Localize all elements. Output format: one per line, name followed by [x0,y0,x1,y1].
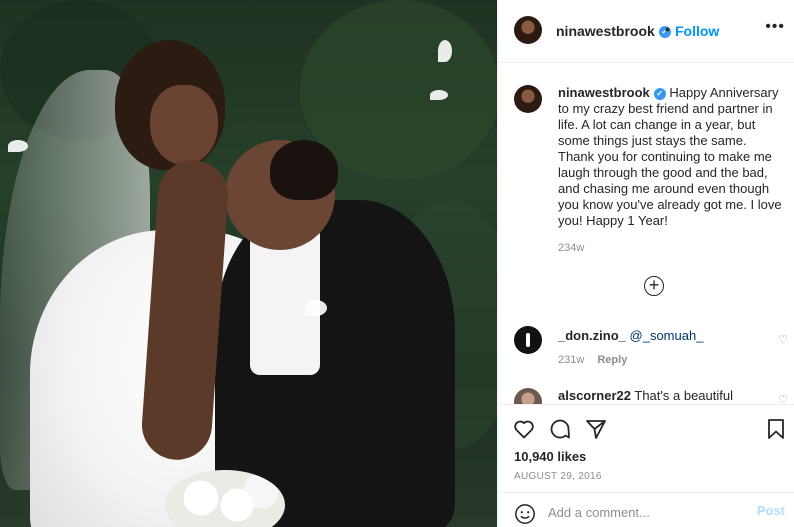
calla-lily [438,40,452,62]
comment-username[interactable]: alscorner22 [558,388,631,403]
verified-badge-icon: ✓ [653,87,666,100]
post-actions: 10,940 likes AUGUST 29, 2016 [498,404,794,492]
calla-lily [430,90,448,100]
emoji-icon[interactable] [514,503,536,525]
comment-mention[interactable]: @_somuah_ [630,328,704,343]
comment-icon[interactable] [548,417,572,441]
comment-like-icon[interactable]: ♡ [778,333,788,346]
caption-avatar[interactable] [514,85,542,113]
comment-text: That's a beautiful [634,388,733,403]
post-photo[interactable] [0,0,497,527]
separator-dot: • [665,21,670,37]
header-avatar[interactable] [514,16,542,44]
post-caption: ninawestbrook ✓ Happy Anniversary to my c… [558,85,784,229]
comment-timestamp[interactable]: 231w [558,354,584,366]
caption-timestamp[interactable]: 234w [558,242,584,254]
load-more-comments-icon[interactable]: + [644,276,664,296]
comment-item: _don.zino_ @_somuah_ [558,328,703,343]
likes-count[interactable]: 10,940 likes [514,449,586,464]
header-username[interactable]: ninawestbrook ✓ [556,23,671,39]
comment-input[interactable] [548,502,738,522]
caption-text: Happy Anniversary to my crazy best frien… [558,85,782,228]
reply-button[interactable]: Reply [597,354,627,366]
add-comment-bar: Post [498,492,794,527]
comment-meta: 231w Reply [558,354,627,366]
post-header: ninawestbrook ✓ • Follow ••• [498,0,794,63]
bride-face [150,85,218,165]
bookmark-icon[interactable] [764,417,788,441]
heart-icon[interactable] [512,417,536,441]
boutonniere [305,300,327,316]
follow-button[interactable]: Follow [675,23,719,39]
groom-hair [270,140,338,200]
more-icon[interactable]: ••• [765,18,785,36]
comment-username[interactable]: _don.zino_ [558,328,626,343]
post-date[interactable]: AUGUST 29, 2016 [514,471,602,482]
caption-username[interactable]: ninawestbrook ✓ [558,85,666,100]
comment-avatar[interactable] [514,326,542,354]
post-comment-button[interactable]: Post [757,503,785,518]
share-icon[interactable] [584,417,608,441]
comment-item: alscorner22 That's a beautiful [558,388,733,403]
post-side-panel: ninawestbrook ✓ • Follow ••• ninawestbroo… [497,0,794,527]
